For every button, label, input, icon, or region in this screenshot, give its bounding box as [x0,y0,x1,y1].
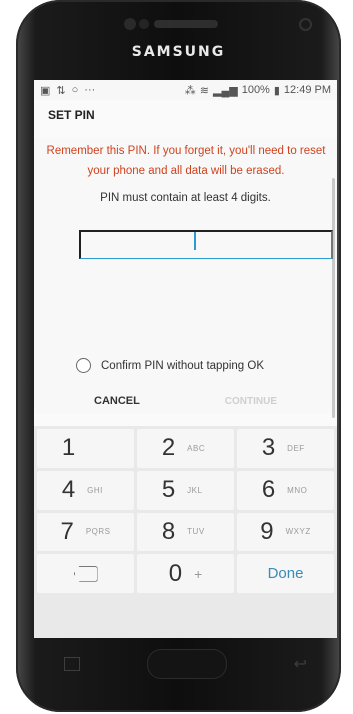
key-letters: GHI [87,485,103,495]
wifi-icon: ≋ [199,84,209,97]
key-digit: 5 [161,476,176,504]
clock: 12:49 PM [283,84,331,96]
circle-icon: ○ [71,84,79,96]
key-0[interactable]: 0 + [137,554,234,594]
home-button[interactable] [146,649,227,679]
back-icon[interactable]: ↩ [294,654,307,674]
battery-percentage: 100% [241,84,270,96]
key-4[interactable]: 4 GHI [37,470,134,510]
key-letters: PQRS [85,527,111,537]
key-letters: MNO [287,485,308,495]
pin-input[interactable] [79,230,333,259]
screen: ▣ ⇅ ○ ··· ⁂ ≋ ▂▄▆ 100% ▮ 12:49 PM SET PI… [34,80,337,638]
key-letters: WXYZ [285,527,311,537]
recent-apps-icon[interactable] [64,657,80,671]
key-letters: TUV [187,527,205,537]
continue-button[interactable]: CONTINUE [225,396,277,407]
confirm-option[interactable]: Confirm PIN without tapping OK [76,358,264,373]
backspace-icon [73,565,98,582]
key-digit: 2 [161,434,176,462]
sensor-icon [139,19,149,29]
more-icon: ··· [84,84,96,96]
battery-icon: ▮ [273,84,280,97]
key-digit: 4 [61,476,76,504]
pin-hint: PIN must contain at least 4 digits. [100,192,271,204]
key-2[interactable]: 2 ABC [137,429,234,468]
key-7[interactable]: 7 PQRS [37,512,134,552]
key-9[interactable]: 9 WXYZ [237,512,334,552]
brand-logo: SAMSUNG [131,44,226,60]
signal-icon: ⁂ [184,84,196,97]
status-bar: ▣ ⇅ ○ ··· ⁂ ≋ ▂▄▆ 100% ▮ 12:49 PM [34,80,337,100]
key-5[interactable]: 5 JKL [137,470,234,510]
text-cursor [194,232,196,250]
image-icon: ▣ [40,84,51,97]
key-letters: ABC [187,443,206,453]
key-digit: 0 [168,559,183,587]
key-letters: JKL [187,485,203,495]
cell-signal-icon: ▂▄▆ [212,84,238,97]
key-digit: 1 [61,434,76,462]
key-6[interactable]: 6 MNO [237,470,334,510]
key-3[interactable]: 3 DEF [237,429,334,468]
sync-icon: ⇅ [56,84,66,97]
radio-button[interactable] [76,358,91,373]
done-label: Done [267,565,304,583]
cancel-button[interactable]: CANCEL [94,395,140,407]
numeric-keypad: 1 2 ABC 3 DEF 4 GHI 5 JKL 6 MNO 7 PQRS 8 TUV 9 W… [34,426,337,638]
key-digit: 6 [261,476,276,504]
key-letters: DEF [287,443,305,453]
key-digit: 8 [161,517,176,545]
plus-label: + [194,565,203,582]
warning-text: Remember this PIN. If you forget it, you… [46,145,326,177]
key-digit: 9 [260,517,274,545]
key-digit: 7 [60,517,74,545]
earpiece-speaker [154,20,218,28]
key-8[interactable]: 8 TUV [137,512,234,552]
key-digit: 3 [261,434,276,462]
bottom-nav: ↩ [34,640,337,688]
sensor-icon [124,18,136,30]
key-1[interactable]: 1 [37,429,134,468]
done-key[interactable]: Done [237,554,334,594]
action-buttons: CANCEL CONTINUE [34,386,337,416]
page-title: SET PIN [34,100,337,130]
front-camera-icon [299,18,312,31]
confirm-label: Confirm PIN without tapping OK [101,359,264,372]
scrollbar[interactable] [332,178,335,418]
backspace-key[interactable] [37,554,134,594]
